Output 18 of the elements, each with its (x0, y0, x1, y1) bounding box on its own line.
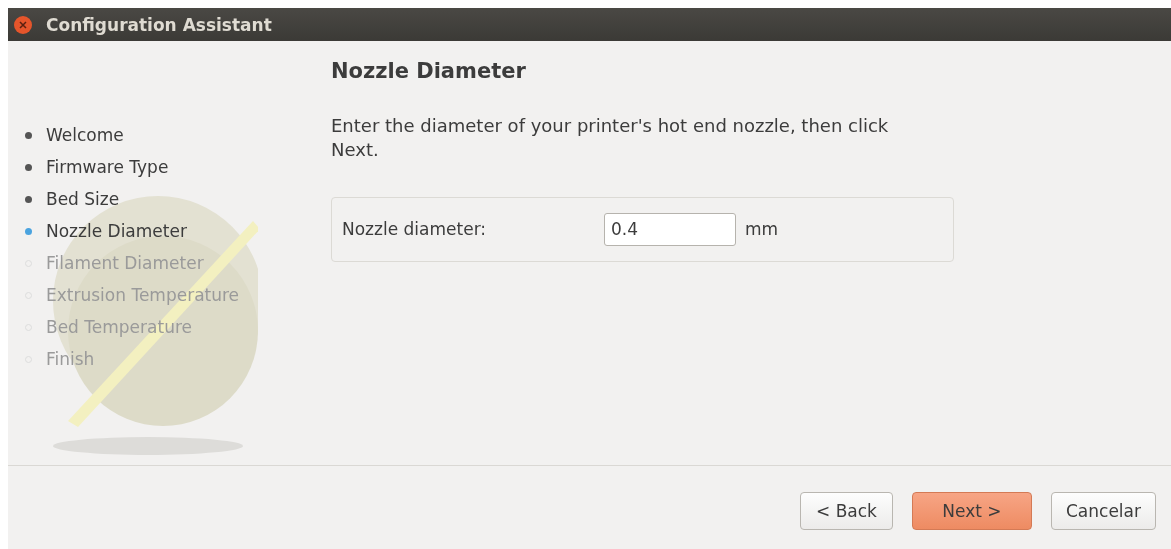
step-label: Bed Size (46, 189, 120, 209)
step-label: Bed Temperature (46, 317, 192, 337)
window-title: Configuration Assistant (46, 14, 272, 35)
step-label: Finish (46, 349, 95, 369)
dialog-button[interactable]: < Back (800, 492, 893, 530)
description-text: Enter the diameter of your printer's hot end nozzle, then click Next. (331, 114, 890, 163)
dialog-button[interactable]: Cancelar (1051, 492, 1156, 530)
step-label: Extrusion Temperature (46, 285, 240, 305)
step-label: Nozzle Diameter (46, 221, 187, 241)
field-label: Nozzle diameter: (342, 219, 488, 240)
step-label: Filament Diameter (46, 253, 204, 273)
page-heading: Nozzle Diameter (331, 59, 527, 83)
close-icon[interactable] (14, 15, 32, 34)
unit-label: mm (745, 219, 779, 240)
step-label: Welcome (46, 125, 124, 145)
nozzle-diameter-field[interactable]: 0.4 (604, 212, 736, 246)
next-button[interactable]: Next > (912, 492, 1032, 530)
step-label: Firmware Type (46, 157, 169, 177)
